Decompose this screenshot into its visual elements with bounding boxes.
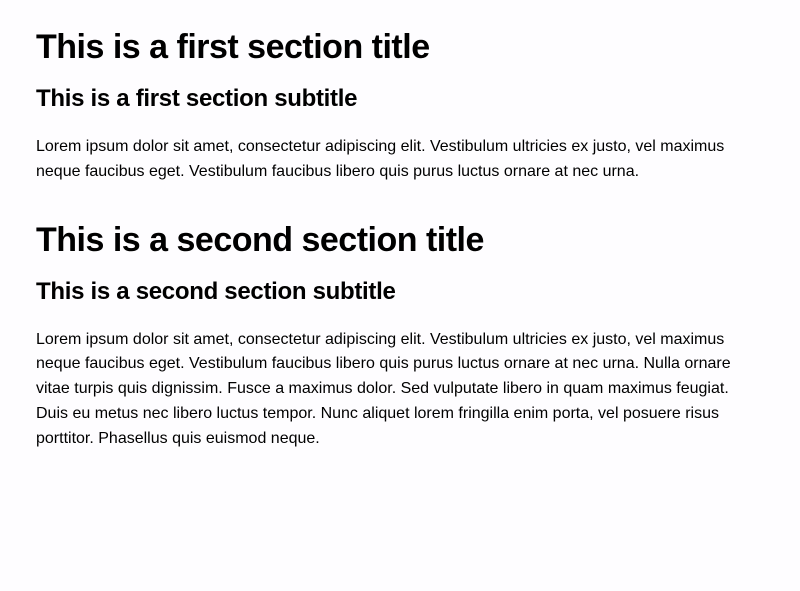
section-1-body: Lorem ipsum dolor sit amet, consectetur … (36, 135, 764, 185)
section-1: This is a first section title This is a … (36, 28, 764, 185)
section-2-subtitle: This is a second section subtitle (36, 278, 764, 306)
section-1-subtitle: This is a first section subtitle (36, 85, 764, 113)
section-2-title: This is a second section title (36, 221, 764, 260)
section-2: This is a second section title This is a… (36, 221, 764, 452)
section-2-body: Lorem ipsum dolor sit amet, consectetur … (36, 328, 764, 452)
section-1-title: This is a first section title (36, 28, 764, 67)
